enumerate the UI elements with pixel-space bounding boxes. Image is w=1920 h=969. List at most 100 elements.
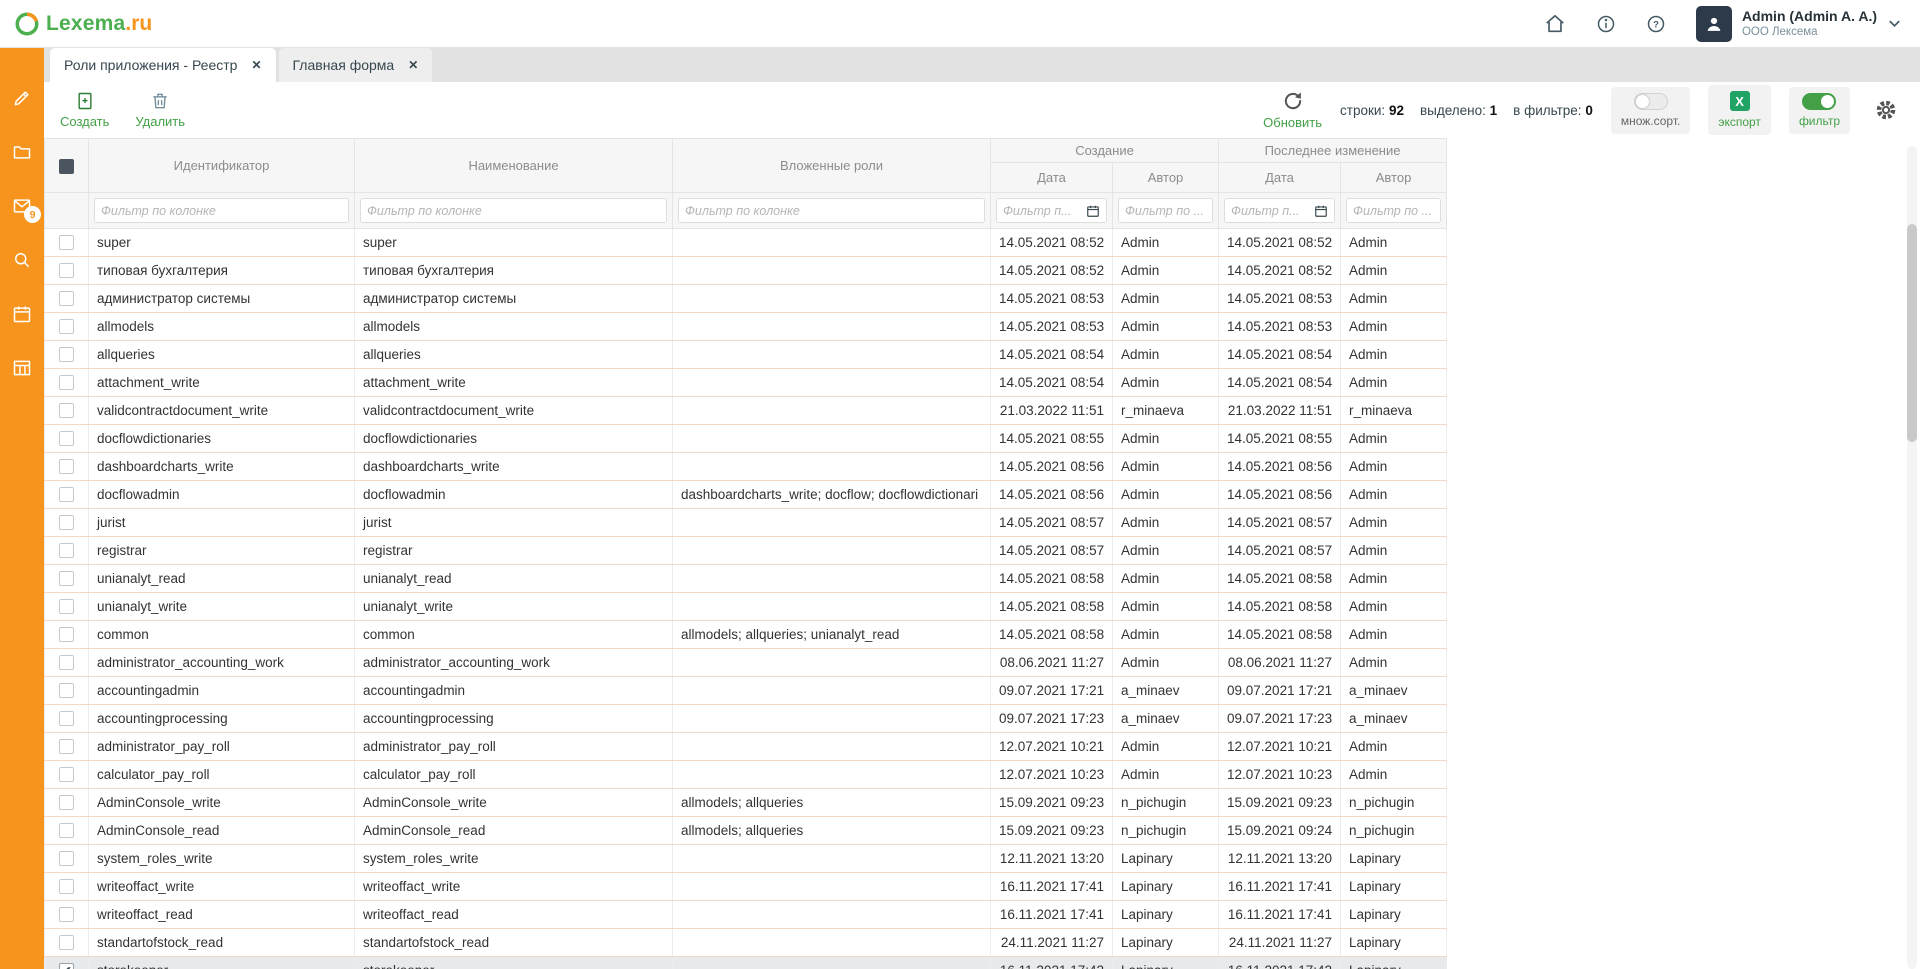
row-checkbox[interactable] — [59, 459, 74, 474]
table-row[interactable]: system_roles_writesystem_roles_write12.1… — [45, 845, 1447, 873]
table-row[interactable]: AdminConsole_writeAdminConsole_writeallm… — [45, 789, 1447, 817]
table-row[interactable]: commoncommonallmodels; allqueries; unian… — [45, 621, 1447, 649]
table-row[interactable]: docflowdictionariesdocflowdictionaries14… — [45, 425, 1447, 453]
sidebar-item-calendar[interactable] — [12, 304, 32, 324]
table-row[interactable]: AdminConsole_readAdminConsole_readallmod… — [45, 817, 1447, 845]
filter-input-modified-date[interactable] — [1231, 204, 1310, 218]
refresh-button[interactable]: Обновить — [1263, 90, 1322, 130]
row-checkbox[interactable] — [59, 487, 74, 502]
multisort-toggle-switch[interactable] — [1634, 93, 1668, 110]
row-checkbox[interactable] — [59, 879, 74, 894]
row-checkbox[interactable] — [59, 291, 74, 306]
tab-close-icon[interactable]: ✕ — [408, 58, 418, 72]
row-checkbox[interactable] — [59, 627, 74, 642]
export-button[interactable]: X экспорт — [1708, 85, 1771, 135]
row-checkbox[interactable] — [59, 431, 74, 446]
cell-id: AdminConsole_write — [89, 789, 355, 817]
table-row[interactable]: docflowadmindocflowadmindashboardcharts_… — [45, 481, 1447, 509]
row-checkbox[interactable] — [59, 851, 74, 866]
table-row[interactable]: validcontractdocument_writevalidcontract… — [45, 397, 1447, 425]
table-row[interactable]: attachment_writeattachment_write14.05.20… — [45, 369, 1447, 397]
table-row[interactable]: registrarregistrar14.05.2021 08:57Admin1… — [45, 537, 1447, 565]
row-checkbox[interactable] — [59, 319, 74, 334]
table-row[interactable]: supersuper14.05.2021 08:52Admin14.05.202… — [45, 229, 1447, 257]
row-checkbox[interactable] — [59, 907, 74, 922]
row-checkbox[interactable] — [59, 739, 74, 754]
column-header-id[interactable]: Идентификатор — [89, 139, 355, 193]
column-header-created-author[interactable]: Автор — [1113, 163, 1219, 193]
table-row[interactable]: juristjurist14.05.2021 08:57Admin14.05.2… — [45, 509, 1447, 537]
select-all-checkbox[interactable] — [59, 159, 74, 174]
table-row[interactable]: administrator_pay_rolladministrator_pay_… — [45, 733, 1447, 761]
filter-toggle-switch[interactable] — [1802, 93, 1836, 110]
cell-name: docflowadmin — [355, 481, 673, 509]
tab-main-form[interactable]: Главная форма ✕ — [279, 48, 433, 82]
info-button[interactable] — [1596, 14, 1616, 34]
table-row[interactable]: dashboardcharts_writedashboardcharts_wri… — [45, 453, 1447, 481]
table-row[interactable]: administrator_accounting_workadministrat… — [45, 649, 1447, 677]
user-menu[interactable]: Admin (Admin A. A.) ООО Лексема — [1696, 6, 1902, 42]
row-checkbox[interactable] — [59, 263, 74, 278]
calendar-picker-icon[interactable] — [1314, 204, 1328, 218]
vertical-scrollbar-thumb[interactable] — [1907, 224, 1917, 442]
table-row[interactable]: allmodelsallmodels14.05.2021 08:53Admin1… — [45, 313, 1447, 341]
sidebar-item-mail[interactable]: 9 — [12, 196, 32, 216]
table-row[interactable]: writeoffact_readwriteoffact_read16.11.20… — [45, 901, 1447, 929]
sidebar-item-registry[interactable] — [12, 358, 32, 378]
delete-button[interactable]: Удалить — [135, 91, 185, 129]
calendar-picker-icon[interactable] — [1086, 204, 1100, 218]
table-row[interactable]: администратор системыадминистратор систе… — [45, 285, 1447, 313]
filter-input-created-author[interactable] — [1125, 204, 1206, 218]
row-checkbox[interactable] — [59, 515, 74, 530]
column-header-modified-author[interactable]: Автор — [1341, 163, 1447, 193]
row-checkbox[interactable] — [59, 711, 74, 726]
table-row[interactable]: типовая бухгалтериятиповая бухгалтерия14… — [45, 257, 1447, 285]
filter-input-nested-roles[interactable] — [685, 204, 978, 218]
create-button[interactable]: Создать — [60, 91, 109, 129]
row-checkbox[interactable] — [59, 935, 74, 950]
sidebar-item-folders[interactable] — [12, 142, 32, 162]
settings-button[interactable] — [1874, 98, 1898, 122]
row-checkbox[interactable] — [59, 571, 74, 586]
app-logo[interactable]: Lexema.ru — [14, 11, 152, 37]
row-checkbox[interactable]: ✔ — [59, 963, 74, 969]
table-row[interactable]: standartofstock_readstandartofstock_read… — [45, 929, 1447, 957]
column-header-created-date[interactable]: Дата — [991, 163, 1113, 193]
tab-roles-registry[interactable]: Роли приложения - Реестр ✕ — [50, 48, 276, 82]
table-row[interactable]: allqueriesallqueries14.05.2021 08:54Admi… — [45, 341, 1447, 369]
table-row[interactable]: calculator_pay_rollcalculator_pay_roll12… — [45, 761, 1447, 789]
sidebar-item-edit[interactable] — [12, 88, 32, 108]
filter-toggle[interactable]: фильтр — [1789, 87, 1850, 134]
row-checkbox[interactable] — [59, 823, 74, 838]
tab-close-icon[interactable]: ✕ — [251, 58, 261, 72]
table-row[interactable]: accountingadminaccountingadmin09.07.2021… — [45, 677, 1447, 705]
table-row[interactable]: ✔storekeeperstorekeeper16.11.2021 17:42L… — [45, 957, 1447, 969]
multisort-toggle[interactable]: множ.сорт. — [1611, 87, 1691, 134]
cell-created-date: 15.09.2021 09:23 — [991, 789, 1113, 817]
row-checkbox[interactable] — [59, 543, 74, 558]
row-checkbox[interactable] — [59, 795, 74, 810]
table-row[interactable]: unianalyt_readunianalyt_read14.05.2021 0… — [45, 565, 1447, 593]
row-checkbox[interactable] — [59, 235, 74, 250]
help-button[interactable]: ? — [1646, 14, 1666, 34]
column-header-nested-roles[interactable]: Вложенные роли — [673, 139, 991, 193]
row-checkbox[interactable] — [59, 403, 74, 418]
row-checkbox[interactable] — [59, 599, 74, 614]
sidebar-item-search[interactable] — [12, 250, 32, 270]
filter-input-created-date[interactable] — [1003, 204, 1082, 218]
filter-input-id[interactable] — [101, 204, 342, 218]
column-header-modified-date[interactable]: Дата — [1219, 163, 1341, 193]
row-checkbox[interactable] — [59, 655, 74, 670]
row-checkbox[interactable] — [59, 347, 74, 362]
table-row[interactable]: unianalyt_writeunianalyt_write14.05.2021… — [45, 593, 1447, 621]
vertical-scrollbar[interactable] — [1907, 146, 1917, 969]
row-checkbox[interactable] — [59, 375, 74, 390]
filter-input-modified-author[interactable] — [1353, 204, 1434, 218]
filter-input-name[interactable] — [367, 204, 660, 218]
table-row[interactable]: writeoffact_writewriteoffact_write16.11.… — [45, 873, 1447, 901]
home-button[interactable] — [1544, 13, 1566, 35]
table-row[interactable]: accountingprocessingaccountingprocessing… — [45, 705, 1447, 733]
column-header-name[interactable]: Наименование — [355, 139, 673, 193]
row-checkbox[interactable] — [59, 767, 74, 782]
row-checkbox[interactable] — [59, 683, 74, 698]
